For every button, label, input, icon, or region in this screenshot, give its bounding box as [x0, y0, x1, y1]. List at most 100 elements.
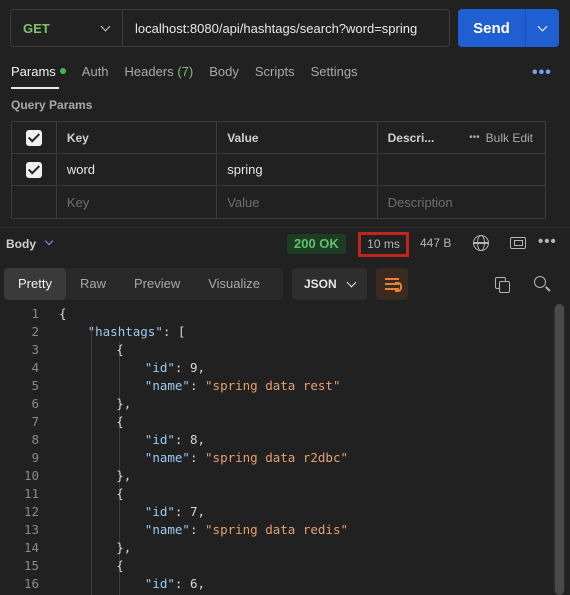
- json-string: "spring data r2dbc": [205, 450, 349, 465]
- code-line: 2 "hashtags": [: [0, 323, 570, 341]
- line-number: 16: [23, 576, 39, 591]
- row-check-cell[interactable]: [12, 154, 57, 185]
- format-select[interactable]: JSON: [292, 268, 367, 300]
- code-text: {: [116, 341, 124, 359]
- code-punctuation: ,: [197, 576, 206, 591]
- copy-icon[interactable]: [495, 277, 510, 293]
- code-line: 4 "id": 9,: [0, 359, 570, 377]
- json-key: "hashtags": [87, 324, 163, 339]
- response-body-label[interactable]: Body: [6, 237, 36, 251]
- tab-preview[interactable]: Preview: [120, 268, 194, 300]
- line-number: 15: [23, 558, 39, 573]
- line-number: 9: [31, 450, 39, 465]
- param-enabled-checkbox[interactable]: [25, 161, 42, 178]
- send-button[interactable]: Send: [458, 9, 559, 47]
- new-key-input[interactable]: Key: [57, 186, 218, 218]
- tab-raw[interactable]: Raw: [66, 268, 120, 300]
- tab-headers[interactable]: Headers (7): [125, 64, 194, 79]
- code-line: 10},: [0, 467, 570, 485]
- code-punctuation: :: [189, 450, 206, 465]
- code-line: 16 "id": 6,: [0, 575, 570, 593]
- line-number: 7: [31, 414, 39, 429]
- format-label: JSON: [304, 277, 337, 291]
- tab-pretty[interactable]: Pretty: [4, 268, 66, 300]
- code-text: "id": 9,: [145, 359, 205, 377]
- method-select[interactable]: GET: [11, 10, 123, 46]
- tab-scripts[interactable]: Scripts: [255, 64, 295, 79]
- request-tabs: Params Auth Headers (7) Body Scripts Set…: [11, 64, 374, 79]
- json-number: 9: [189, 360, 198, 375]
- bulk-edit-icon: •••: [469, 132, 480, 143]
- tab-auth[interactable]: Auth: [82, 64, 109, 79]
- param-value-cell[interactable]: spring: [217, 154, 378, 185]
- column-value-header: Value: [217, 122, 378, 153]
- send-label: Send: [473, 19, 510, 37]
- code-line: 7{: [0, 413, 570, 431]
- save-response-icon[interactable]: [510, 237, 526, 249]
- response-time[interactable]: 10 ms: [358, 232, 409, 257]
- send-options-button[interactable]: [526, 9, 559, 47]
- json-string: "spring data redis": [205, 522, 349, 537]
- chevron-down-icon: [100, 21, 111, 31]
- code-line: 9 "name": "spring data r2dbc": [0, 449, 570, 467]
- code-line: 13 "name": "spring data redis": [0, 521, 570, 539]
- search-icon[interactable]: [534, 276, 546, 288]
- code-line: 6},: [0, 395, 570, 413]
- pane-divider[interactable]: [0, 227, 570, 228]
- select-all-checkbox[interactable]: [25, 129, 42, 146]
- globe-icon[interactable]: [473, 235, 489, 251]
- header-check-cell[interactable]: [12, 122, 57, 153]
- code-text: "name": "spring data rest": [145, 377, 341, 395]
- line-number: 6: [31, 396, 39, 411]
- json-key: "id": [144, 576, 175, 591]
- json-string: "spring data rest": [205, 378, 341, 393]
- code-punctuation: },: [116, 540, 132, 555]
- new-description-input[interactable]: Description: [378, 186, 545, 218]
- code-punctuation: {: [116, 342, 124, 357]
- method-label: GET: [23, 20, 50, 36]
- param-description-cell[interactable]: [378, 154, 545, 185]
- response-code-editor[interactable]: 1{2 "hashtags": [3{4 "id": 9, 5 "name": "spr…: [0, 304, 570, 595]
- tab-visualize[interactable]: Visualize: [194, 268, 274, 300]
- table-row: word spring: [12, 154, 545, 186]
- bulk-edit-button[interactable]: ••• Bulk Edit: [469, 131, 533, 145]
- code-line: 1{: [0, 305, 570, 323]
- code-text: {: [116, 413, 124, 431]
- code-text: {: [116, 557, 124, 575]
- json-key: "id": [144, 504, 175, 519]
- code-punctuation: : [: [162, 324, 186, 339]
- code-punctuation: },: [116, 396, 132, 411]
- url-input[interactable]: localhost:8080/api/hashtags/search?word=…: [123, 21, 417, 36]
- column-key-header: Key: [57, 122, 218, 153]
- more-options-icon[interactable]: •••: [532, 64, 552, 82]
- code-line: 12 "id": 7,: [0, 503, 570, 521]
- tab-body[interactable]: Body: [209, 64, 239, 79]
- tab-settings[interactable]: Settings: [311, 64, 358, 79]
- response-size[interactable]: 447 B: [420, 236, 451, 250]
- editor-scrollbar-thumb[interactable]: [555, 304, 564, 595]
- code-text: "id": 7,: [145, 503, 205, 521]
- code-text: "name": "spring data r2dbc": [145, 449, 348, 467]
- code-punctuation: :: [174, 576, 190, 591]
- chevron-down-icon[interactable]: [44, 236, 54, 246]
- line-number: 1: [31, 306, 39, 321]
- code-line: 3{: [0, 341, 570, 359]
- line-number: 5: [31, 378, 39, 393]
- table-header-row: Key Value Descri... ••• Bulk Edit: [12, 122, 545, 154]
- chevron-down-icon: [346, 277, 357, 287]
- wrap-lines-icon[interactable]: [376, 268, 408, 300]
- code-punctuation: :: [174, 504, 190, 519]
- status-badge[interactable]: 200 OK: [287, 234, 346, 254]
- param-key-cell[interactable]: word: [57, 154, 218, 185]
- code-punctuation: :: [174, 432, 190, 447]
- line-number: 8: [31, 432, 39, 447]
- request-url-bar: GET localhost:8080/api/hashtags/search?w…: [10, 9, 450, 47]
- code-text: "id": 8,: [145, 431, 205, 449]
- query-params-table: Key Value Descri... ••• Bulk Edit word sp…: [11, 121, 546, 219]
- code-punctuation: ,: [197, 504, 206, 519]
- code-punctuation: ,: [197, 360, 206, 375]
- new-value-input[interactable]: Value: [217, 186, 378, 218]
- tab-params[interactable]: Params: [11, 64, 66, 79]
- code-punctuation: :: [174, 360, 190, 375]
- response-more-icon[interactable]: •••: [538, 233, 557, 250]
